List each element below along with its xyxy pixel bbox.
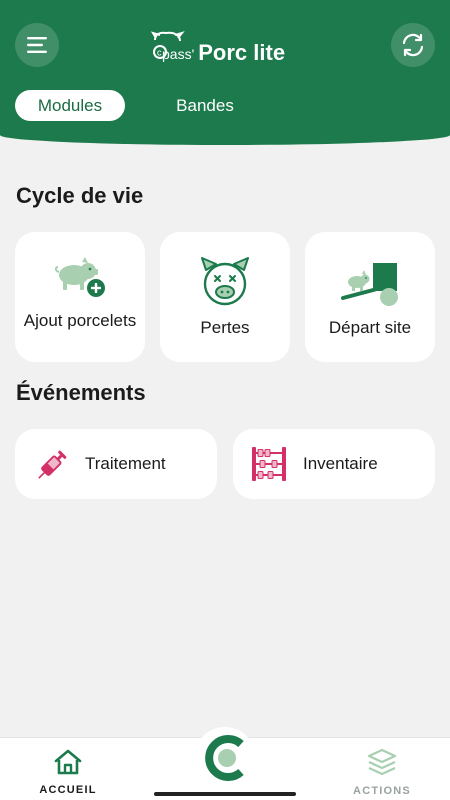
- pig-logo-icon: c: [150, 31, 185, 59]
- layers-icon: [367, 748, 397, 776]
- card-traitement[interactable]: Traitement: [15, 429, 217, 499]
- center-action-button[interactable]: [194, 727, 256, 789]
- card-inventaire[interactable]: Inventaire: [233, 429, 435, 499]
- events-section-title: Événements: [16, 380, 146, 405]
- card-label-ajout: Ajout porcelets: [23, 311, 137, 330]
- sync-button[interactable]: [391, 23, 435, 67]
- card-ajout-porcelets[interactable]: Ajout porcelets: [15, 232, 145, 362]
- logo-name: Porc lite: [198, 40, 286, 65]
- card-depart-site[interactable]: Départ site: [305, 232, 435, 362]
- tab-bandes[interactable]: Bandes: [150, 90, 260, 121]
- abacus-icon: [252, 447, 286, 481]
- app-header: c pass' Porc lite Modules Bandes: [0, 0, 450, 145]
- card-label-inventaire: Inventaire: [303, 454, 378, 473]
- svg-text:c: c: [157, 48, 162, 58]
- sync-icon: [402, 33, 424, 57]
- card-pertes[interactable]: Pertes: [160, 232, 290, 362]
- home-icon: [54, 749, 82, 775]
- nav-actions[interactable]: ACTIONS: [337, 748, 427, 797]
- cycle-section-title: Cycle de vie: [16, 183, 144, 208]
- pig-add-icon: [54, 257, 105, 297]
- menu-icon: [27, 37, 47, 53]
- card-label-depart: Départ site: [328, 318, 412, 337]
- card-label-pertes: Pertes: [200, 318, 250, 337]
- brand-c-icon: [205, 735, 244, 781]
- menu-button[interactable]: [15, 23, 59, 67]
- pig-loading-icon: [341, 263, 398, 306]
- syringe-icon: [38, 450, 67, 479]
- home-indicator: [154, 792, 296, 796]
- pig-dead-icon: [201, 257, 249, 306]
- card-label-traitement: Traitement: [85, 454, 166, 473]
- nav-accueil[interactable]: ACCUEIL: [23, 749, 113, 796]
- nav-label-actions: ACTIONS: [353, 785, 411, 797]
- tab-modules[interactable]: Modules: [15, 90, 125, 121]
- app-logo: c pass' Porc lite: [148, 30, 285, 70]
- nav-label-accueil: ACCUEIL: [39, 784, 97, 796]
